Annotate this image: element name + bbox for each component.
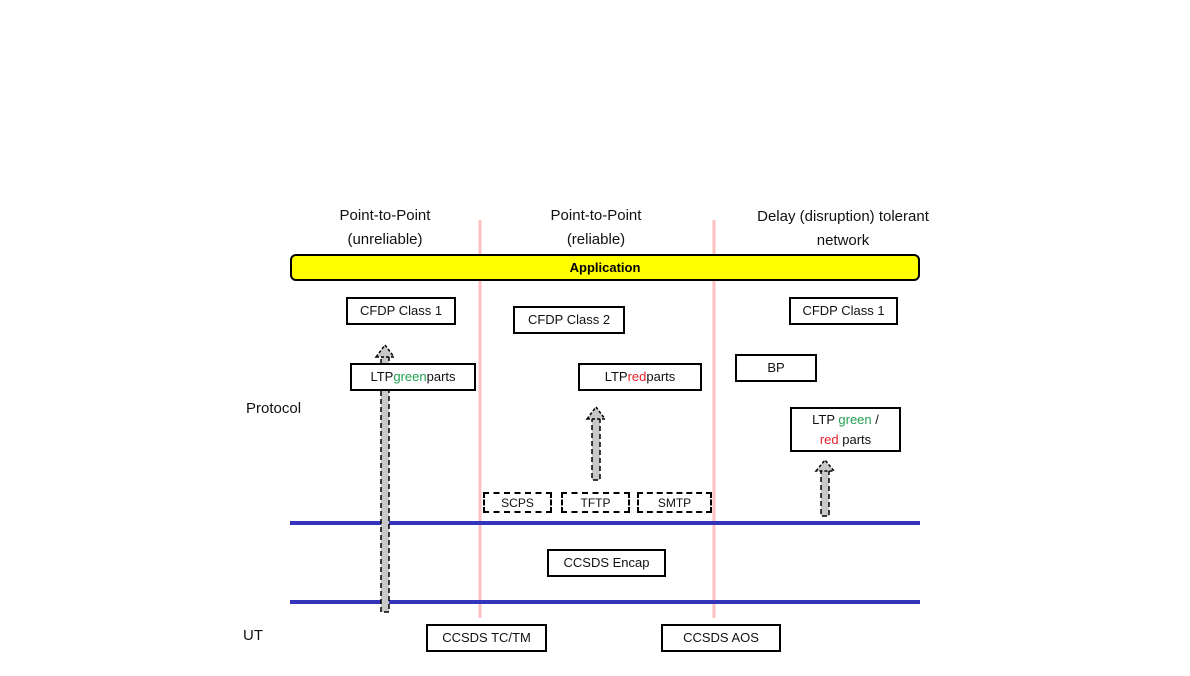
ccsds-encap-box: CCSDS Encap: [547, 549, 666, 577]
header-line: (unreliable): [347, 231, 423, 248]
header-line: Point-to-Point: [339, 207, 431, 224]
smtp-box: SMTP: [637, 492, 712, 513]
ltp-red-box: LTP red parts: [578, 363, 702, 391]
ccsds-aos-box: CCSDS AOS: [661, 624, 781, 652]
green-text: green: [838, 411, 872, 427]
ltp-green-red-box: LTP green / red parts: [790, 407, 901, 452]
line: red parts: [820, 430, 871, 450]
scps-box: SCPS: [483, 492, 552, 513]
header-line: Delay (disruption) tolerant: [757, 208, 929, 225]
red-text: red: [627, 369, 647, 384]
cfdp-class1-dtn-box: CFDP Class 1: [789, 297, 898, 325]
cfdp-class1-box: CFDP Class 1: [346, 297, 456, 325]
text: parts: [646, 369, 676, 384]
green-text: green: [393, 369, 427, 384]
text: parts: [426, 369, 456, 384]
line: LTP green /: [812, 410, 879, 430]
arrow-up: [585, 405, 607, 481]
tftp-box: TFTP: [561, 492, 630, 513]
application-bar: Application: [290, 254, 920, 281]
text: parts: [838, 431, 872, 447]
header-line: (reliable): [566, 231, 626, 248]
protocol-label: Protocol: [246, 400, 302, 417]
column-header-reliable: Point-to-Point (reliable): [496, 204, 696, 252]
text: LTP: [604, 369, 628, 384]
header-line: Point-to-Point: [550, 207, 642, 224]
cfdp-class2-box: CFDP Class 2: [513, 306, 625, 334]
ccsds-tctm-box: CCSDS TC/TM: [426, 624, 547, 652]
ut-label: UT: [243, 627, 263, 644]
text: LTP: [812, 411, 839, 427]
column-header-dtn: Delay (disruption) tolerant network: [723, 205, 963, 253]
red-text: red: [819, 431, 839, 447]
bp-box: BP: [735, 354, 817, 382]
arrow-up: [814, 458, 836, 517]
ltp-green-box: LTP green parts: [350, 363, 476, 391]
column-header-unreliable: Point-to-Point (unreliable): [285, 204, 485, 252]
header-line: network: [816, 232, 870, 249]
text: LTP: [370, 369, 394, 384]
text: /: [871, 411, 879, 427]
